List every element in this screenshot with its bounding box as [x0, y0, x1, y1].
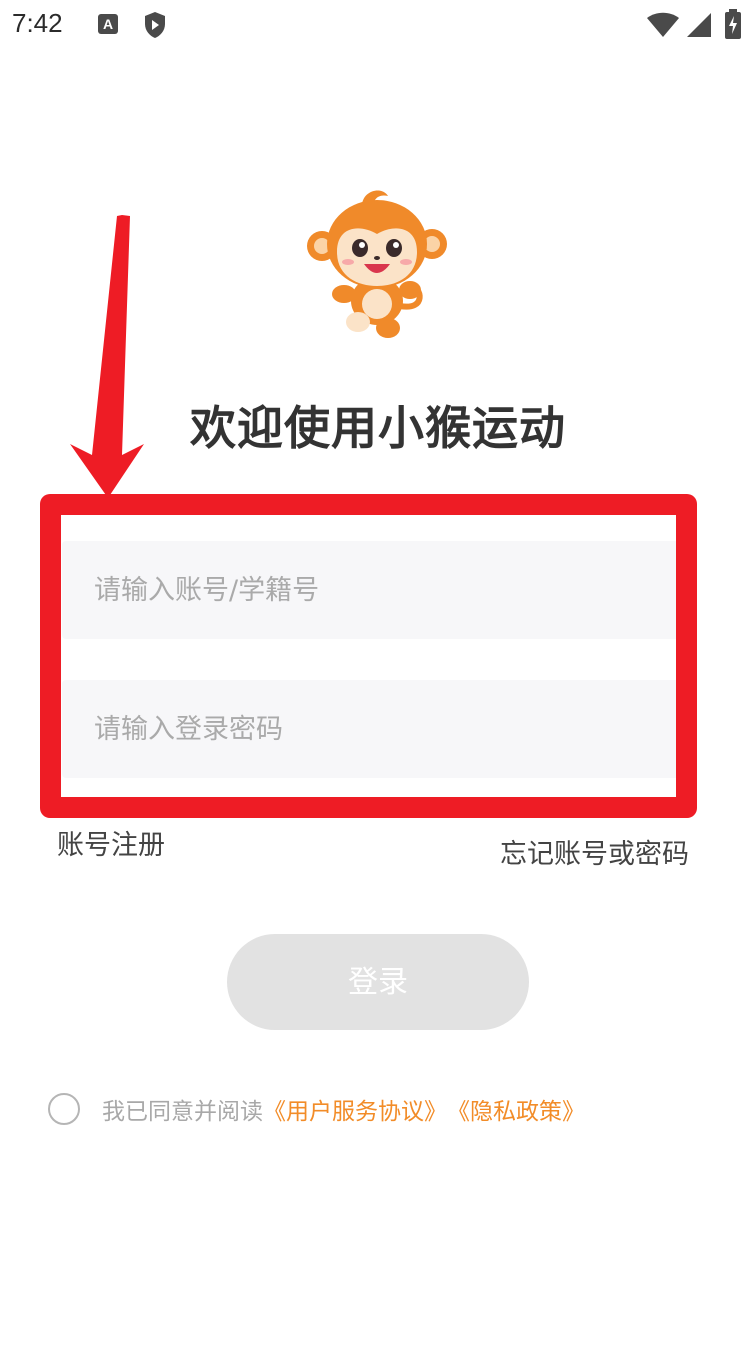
login-screen: 7:42 A 欢迎使用小猴运动 请输入账号/学籍号 账号注册 忘记账号或密码 登… — [0, 0, 756, 1345]
annotation-highlight-box — [40, 494, 697, 818]
login-button[interactable]: 登录 — [227, 934, 529, 1030]
status-time: 7:42 — [12, 8, 63, 38]
register-link[interactable]: 账号注册 — [57, 823, 165, 862]
terms-link[interactable]: 《用户服务协议》 — [263, 1092, 447, 1126]
agreement-row: 我已同意并阅读 《用户服务协议》 《隐私政策》 — [48, 1092, 585, 1126]
status-bar: 7:42 A — [0, 0, 756, 52]
shield-icon — [145, 12, 165, 38]
monkey-mascot-icon — [307, 190, 447, 338]
agreement-text: 我已同意并阅读 — [102, 1099, 263, 1125]
privacy-link[interactable]: 《隐私政策》 — [447, 1092, 585, 1126]
a-badge-icon: A — [98, 14, 118, 34]
battery-charging-icon — [725, 9, 741, 39]
wifi-icon — [647, 12, 679, 37]
agreement-checkbox[interactable] — [48, 1093, 80, 1125]
annotation-arrow-icon — [70, 215, 144, 498]
forgot-password-link[interactable]: 忘记账号或密码 — [500, 832, 689, 871]
signal-icon — [687, 13, 711, 37]
